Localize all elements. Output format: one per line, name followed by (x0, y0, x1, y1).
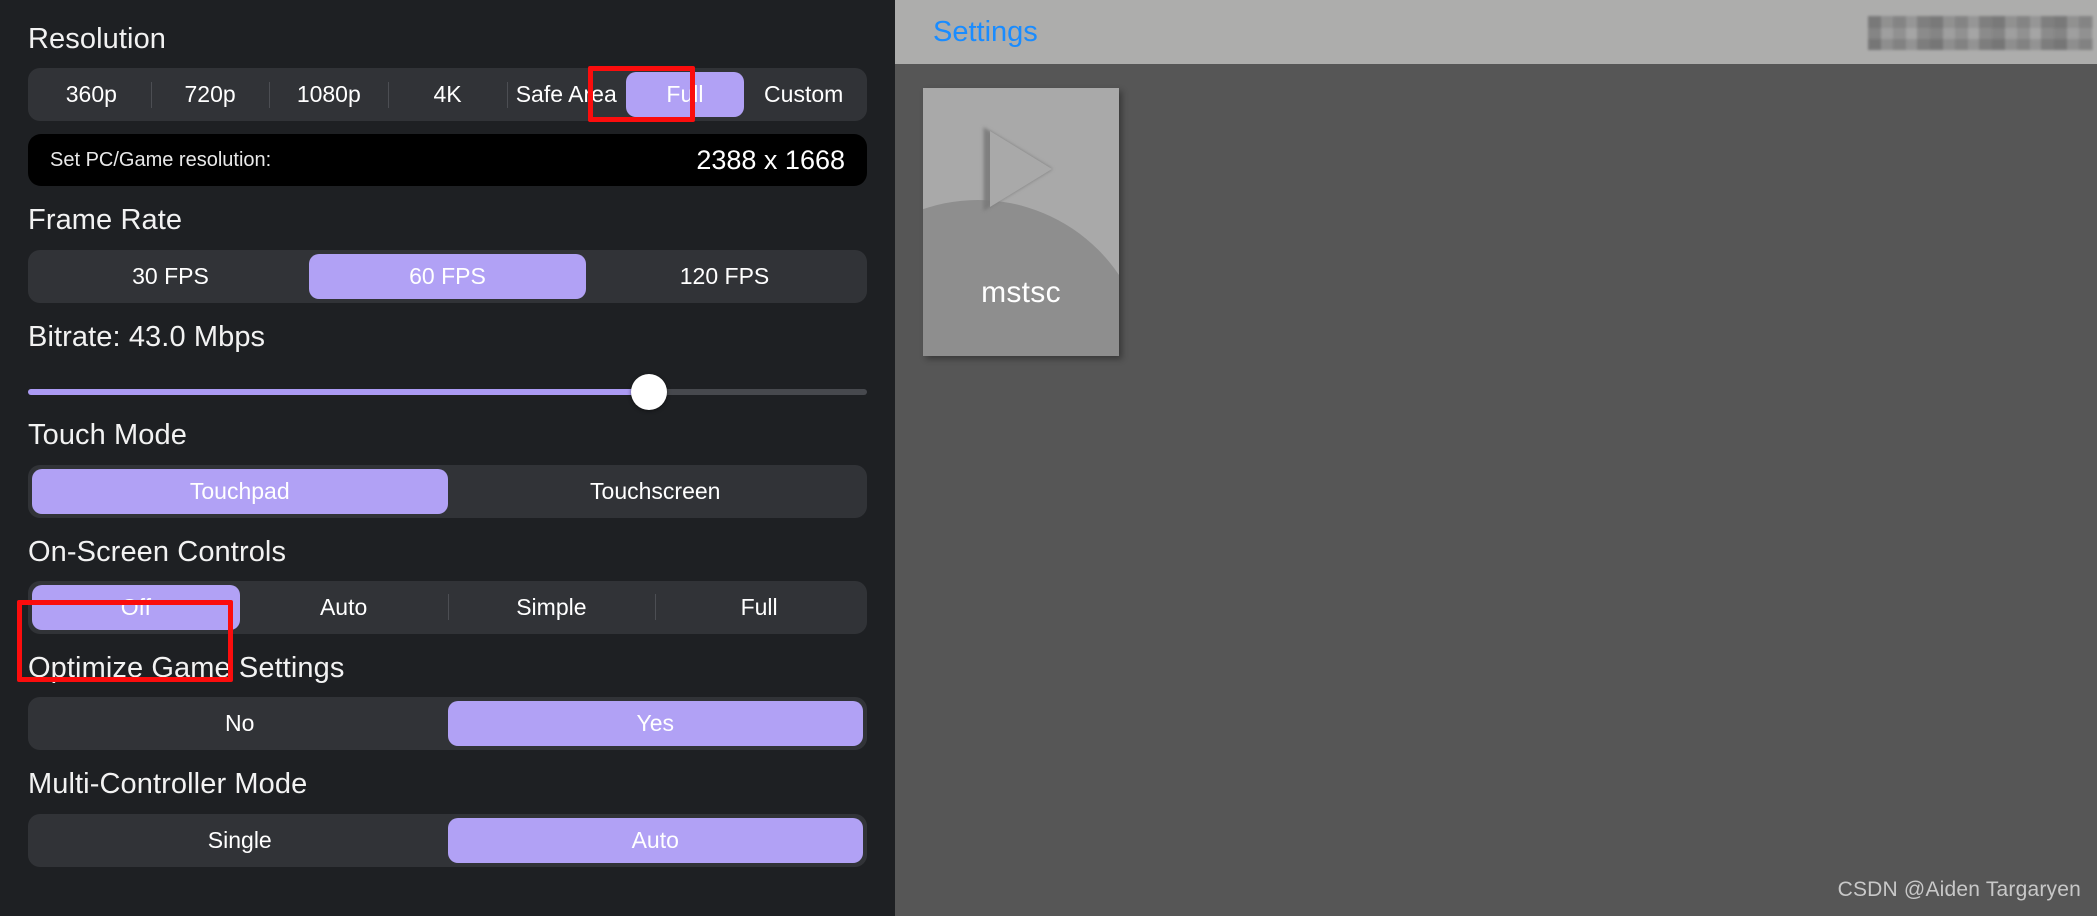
optimize-game-settings-segmented-control[interactable]: No Yes (28, 697, 867, 751)
optimize-game-settings-section: Optimize Game Settings No Yes (0, 651, 895, 751)
frame-rate-segmented-control[interactable]: 30 FPS 60 FPS 120 FPS (28, 249, 867, 303)
touch-mode-title: Touch Mode (28, 419, 187, 452)
touch-mode-segmented-control[interactable]: Touchpad Touchscreen (28, 464, 867, 518)
resolution-segmented-control[interactable]: 360p 720p 1080p 4K Safe Area Full Custom (28, 68, 867, 122)
resolution-option-720p[interactable]: 720p (151, 72, 270, 117)
bitrate-title: Bitrate: 43.0 Mbps (28, 320, 266, 353)
bitrate-slider-track[interactable] (28, 374, 867, 411)
resolution-option-full[interactable]: Full (625, 72, 745, 118)
resolution-option-safe-area[interactable]: Safe Area (507, 72, 626, 117)
bitrate-slider[interactable] (28, 366, 867, 418)
resolution-readout-label: Set PC/Game resolution: (50, 148, 272, 171)
bitrate-slider-thumb[interactable] (630, 374, 667, 411)
on-screen-controls-option-auto[interactable]: Auto (240, 585, 448, 630)
multi-controller-mode-segmented-control[interactable]: Single Auto (28, 813, 867, 867)
redacted-text-block (1868, 16, 2093, 50)
on-screen-controls-title: On-Screen Controls (28, 535, 287, 568)
resolution-readout-value: 2388 x 1668 (696, 144, 845, 175)
settings-link[interactable]: Settings (933, 17, 1038, 47)
optimize-game-settings-option-no[interactable]: No (32, 701, 448, 746)
play-triangle-icon (990, 130, 1052, 207)
multi-controller-mode-option-auto[interactable]: Auto (447, 817, 863, 863)
frame-rate-section: Frame Rate 30 FPS 60 FPS 120 FPS (0, 203, 895, 303)
multi-controller-mode-title: Multi-Controller Mode (28, 768, 308, 801)
touch-mode-section: Touch Mode Touchpad Touchscreen (0, 418, 895, 518)
optimize-game-settings-option-yes[interactable]: Yes (447, 701, 863, 747)
multi-controller-mode-section: Multi-Controller Mode Single Auto (0, 767, 895, 867)
frame-rate-option-120fps[interactable]: 120 FPS (586, 254, 863, 299)
multi-controller-mode-option-single[interactable]: Single (32, 818, 448, 863)
resolution-option-custom[interactable]: Custom (744, 72, 863, 117)
remote-header-bar: Settings (895, 0, 2097, 64)
on-screen-controls-section: On-Screen Controls Off Auto Simple Full (0, 535, 895, 634)
app-root: Resolution 360p 720p 1080p 4K Safe Area … (0, 0, 2097, 916)
frame-rate-option-60fps[interactable]: 60 FPS (309, 253, 586, 299)
on-screen-controls-option-simple[interactable]: Simple (448, 585, 656, 630)
frame-rate-title: Frame Rate (28, 204, 183, 237)
on-screen-controls-option-off[interactable]: Off (32, 584, 240, 630)
remote-desktop-panel: Settings mstsc CSDN @Aiden Targaryen (895, 0, 2097, 916)
app-tile-label: mstsc (981, 276, 1061, 309)
resolution-option-360p[interactable]: 360p (32, 72, 151, 117)
on-screen-controls-segmented-control[interactable]: Off Auto Simple Full (28, 580, 867, 634)
touch-mode-option-touchpad[interactable]: Touchpad (32, 468, 448, 514)
app-tile-mstsc[interactable]: mstsc (923, 88, 1119, 356)
resolution-title: Resolution (28, 23, 167, 55)
on-screen-controls-option-full[interactable]: Full (655, 585, 863, 630)
watermark: CSDN @Aiden Targaryen (1837, 878, 2081, 901)
resolution-option-1080p[interactable]: 1080p (269, 72, 388, 117)
bitrate-slider-fill (28, 389, 649, 396)
resolution-section: Resolution 360p 720p 1080p 4K Safe Area … (0, 22, 895, 187)
bitrate-section: Bitrate: 43.0 Mbps (0, 320, 895, 418)
resolution-option-4k[interactable]: 4K (388, 72, 507, 117)
remote-desktop-body: mstsc CSDN @Aiden Targaryen (895, 64, 2097, 916)
stream-settings-panel: Resolution 360p 720p 1080p 4K Safe Area … (0, 0, 895, 916)
optimize-game-settings-title: Optimize Game Settings (28, 651, 345, 684)
resolution-readout: Set PC/Game resolution: 2388 x 1668 (28, 134, 867, 187)
frame-rate-option-30fps[interactable]: 30 FPS (32, 254, 309, 299)
touch-mode-option-touchscreen[interactable]: Touchscreen (448, 469, 864, 514)
